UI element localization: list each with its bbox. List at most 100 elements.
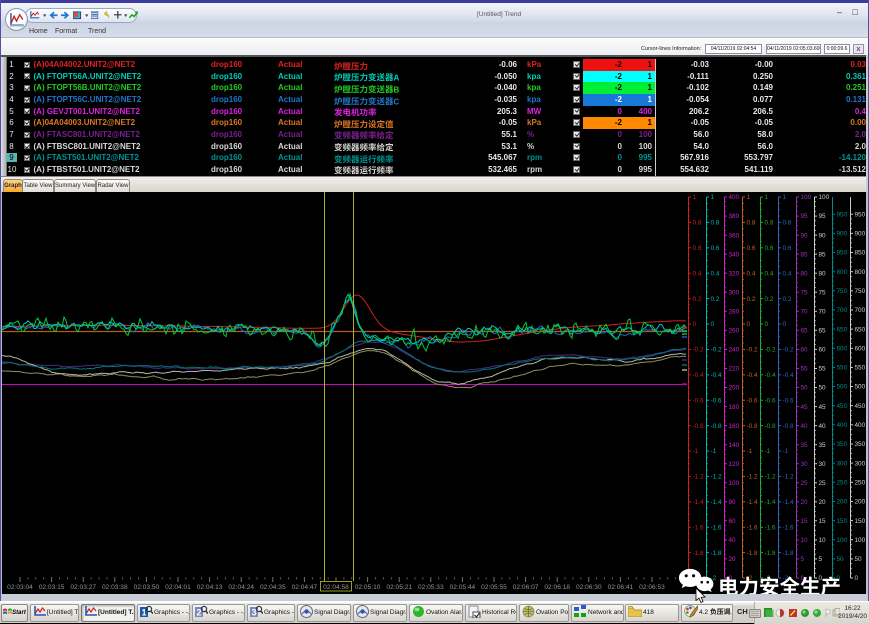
svg-text:150: 150 [837, 518, 848, 525]
svg-text:0.4: 0.4 [747, 270, 756, 277]
svg-text:10: 10 [819, 537, 827, 544]
svg-text:260: 260 [729, 328, 740, 335]
svg-text:0.6: 0.6 [747, 245, 756, 252]
svg-text:60: 60 [801, 347, 809, 354]
svg-text:60: 60 [819, 347, 827, 354]
svg-text:70: 70 [801, 309, 809, 316]
svg-text:0: 0 [747, 321, 751, 328]
svg-text:3: 3 [251, 608, 256, 618]
svg-text:140: 140 [729, 442, 740, 449]
svg-text:-1.8: -1.8 [711, 550, 722, 557]
svg-text:A: A [394, 74, 400, 83]
svg-text:700: 700 [855, 307, 866, 314]
svg-text:0.4: 0.4 [693, 270, 702, 277]
svg-text:5: 5 [819, 556, 823, 563]
svg-text:100: 100 [837, 537, 848, 544]
svg-text:-0.6: -0.6 [711, 397, 722, 404]
svg-text:50: 50 [819, 385, 827, 392]
svg-text:600: 600 [837, 346, 848, 353]
svg-text:900: 900 [855, 231, 866, 238]
svg-text:1: 1 [711, 194, 715, 201]
svg-text:-1.8: -1.8 [747, 550, 758, 557]
svg-text:0.4: 0.4 [765, 270, 774, 277]
svg-text:50: 50 [837, 556, 845, 563]
svg-text:80: 80 [819, 270, 827, 277]
svg-text:02:06:30: 02:06:30 [576, 584, 602, 591]
svg-text:0: 0 [693, 321, 697, 328]
svg-text:-1.6: -1.6 [747, 524, 758, 531]
svg-text:450: 450 [837, 403, 848, 410]
svg-text:-0.6: -0.6 [765, 397, 776, 404]
svg-text:02:03:27: 02:03:27 [70, 584, 96, 591]
svg-text:-1.8: -1.8 [693, 550, 704, 557]
svg-text:-1.4: -1.4 [783, 499, 794, 506]
svg-text:100: 100 [819, 194, 830, 201]
svg-text:750: 750 [837, 288, 848, 295]
svg-text:-0.4: -0.4 [747, 372, 758, 379]
svg-text:0.6: 0.6 [783, 245, 792, 252]
svg-text:0.8: 0.8 [711, 220, 720, 227]
svg-text:0.2: 0.2 [693, 296, 702, 303]
svg-text:02:03:04: 02:03:04 [7, 584, 33, 591]
svg-text:150: 150 [855, 518, 866, 525]
svg-text:100: 100 [729, 480, 740, 487]
svg-text:900: 900 [837, 231, 848, 238]
svg-text:-0.4: -0.4 [783, 372, 794, 379]
svg-text:15: 15 [801, 518, 809, 525]
svg-text:450: 450 [855, 403, 866, 410]
svg-text:-0.2: -0.2 [783, 347, 794, 354]
svg-text:1: 1 [693, 194, 697, 201]
svg-text:0.2: 0.2 [747, 296, 756, 303]
svg-text:5: 5 [801, 556, 805, 563]
svg-text:70: 70 [819, 309, 827, 316]
svg-text:60: 60 [729, 518, 737, 525]
svg-text:30: 30 [801, 461, 809, 468]
svg-text:02:05:33: 02:05:33 [418, 584, 444, 591]
svg-text:0.8: 0.8 [747, 220, 756, 227]
svg-text:65: 65 [801, 328, 809, 335]
svg-text:75: 75 [819, 290, 827, 297]
svg-text:100: 100 [855, 537, 866, 544]
svg-text:-1.2: -1.2 [693, 474, 704, 481]
svg-text:-0.2: -0.2 [711, 347, 722, 354]
svg-text:90: 90 [819, 232, 827, 239]
svg-text:160: 160 [729, 423, 740, 430]
svg-text:40: 40 [729, 537, 737, 544]
svg-text:1: 1 [747, 194, 751, 201]
svg-text:02:05:10: 02:05:10 [355, 584, 381, 591]
svg-text:500: 500 [855, 384, 866, 391]
svg-text:0.2: 0.2 [711, 296, 720, 303]
svg-text:25: 25 [819, 480, 827, 487]
svg-text:02:03:38: 02:03:38 [102, 584, 128, 591]
svg-text:20: 20 [801, 499, 809, 506]
svg-text:-0.2: -0.2 [765, 347, 776, 354]
svg-text:-1.4: -1.4 [765, 499, 776, 506]
svg-text:02:04:24: 02:04:24 [228, 584, 254, 591]
svg-text:0.4: 0.4 [711, 270, 720, 277]
svg-text:65: 65 [819, 328, 827, 335]
svg-text:800: 800 [837, 269, 848, 276]
svg-text:85: 85 [801, 251, 809, 258]
svg-text:750: 750 [855, 288, 866, 295]
svg-text:-1.4: -1.4 [711, 499, 722, 506]
svg-text:250: 250 [855, 480, 866, 487]
svg-text:-1: -1 [747, 448, 753, 455]
svg-text:1: 1 [783, 194, 787, 201]
svg-text:10: 10 [801, 537, 809, 544]
svg-text:1: 1 [141, 608, 146, 618]
svg-text:20: 20 [819, 499, 827, 506]
svg-text:200: 200 [729, 385, 740, 392]
svg-text:C: C [394, 97, 400, 106]
svg-text:850: 850 [837, 250, 848, 257]
svg-text:1: 1 [765, 194, 769, 201]
svg-text:240: 240 [729, 347, 740, 354]
svg-text:50: 50 [855, 556, 863, 563]
svg-text:0.6: 0.6 [693, 245, 702, 252]
svg-text:-0.4: -0.4 [693, 372, 704, 379]
svg-text:180: 180 [729, 404, 740, 411]
svg-text:0.8: 0.8 [693, 220, 702, 227]
svg-text:0: 0 [765, 321, 769, 328]
svg-text:380: 380 [729, 213, 740, 220]
svg-text:35: 35 [819, 442, 827, 449]
svg-text:-1.6: -1.6 [693, 524, 704, 531]
